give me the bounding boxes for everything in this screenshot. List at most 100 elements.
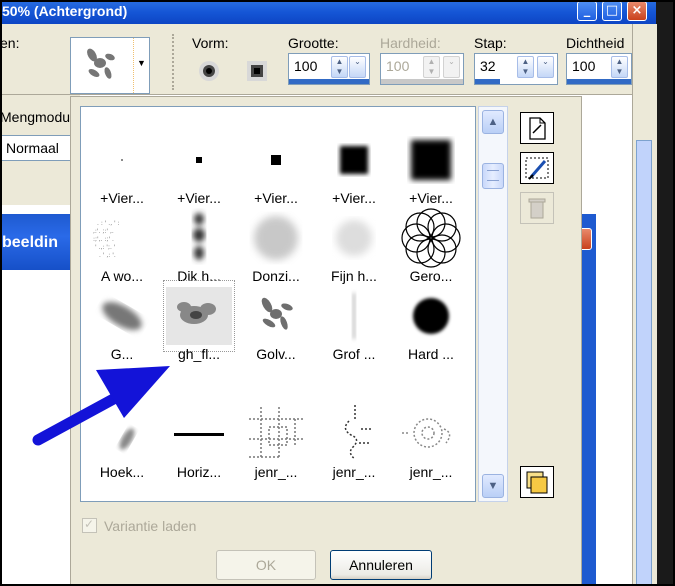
svg-text:. ' ,: '.: . ' ,: '. [99, 252, 116, 259]
brush-item[interactable]: jenr_... [237, 397, 315, 495]
size-stepper[interactable]: 100 ▲ ▼ ⌄ [288, 53, 370, 85]
hardness-spin-icon: ▲ ▼ [423, 56, 440, 78]
angle-icon [119, 428, 135, 450]
thick-blur-icon [193, 213, 205, 260]
maximize-button[interactable]: □ [602, 1, 622, 21]
hard-round-icon [413, 298, 449, 334]
minimize-icon: _ [583, 3, 591, 18]
svg-text::;',. :;' .: :;',. :;' . [93, 236, 114, 243]
brush-name: Hard ... [408, 346, 454, 362]
right-scrollbar[interactable] [636, 140, 652, 586]
grip-icon [487, 170, 499, 181]
brush-item[interactable]: Hard ... [392, 279, 470, 377]
pattern-3-icon [402, 418, 451, 448]
tool-options-bar: en: ▼ Vorm: Grootte: 100 ▲ ▼ ⌄ Hardheid:… [0, 24, 632, 95]
scroll-down-button[interactable]: ▼ [482, 474, 504, 498]
density-label: Dichtheid [566, 35, 625, 51]
svg-text:. : ' ., ' :: . : ' ., ' : [97, 220, 120, 227]
brush-item-selected[interactable]: gh_fl... [160, 279, 238, 377]
hardness-value: 100 [386, 58, 410, 74]
brush-name: Grof ... [332, 346, 376, 362]
brush-name: gh_fl... [177, 346, 221, 362]
scroll-up-button[interactable]: ▲ [482, 110, 504, 134]
preset-dropdown-arrow[interactable]: ▼ [133, 38, 149, 93]
large-soft-square-icon [411, 140, 451, 180]
new-document-icon [529, 117, 546, 140]
hardness-stepper: 100 ▲ ▼ ⌄ [380, 53, 464, 85]
document-title: beeldin [2, 234, 59, 251]
step-slider[interactable] [475, 79, 500, 84]
toolbar-separator [172, 34, 179, 90]
size-slider[interactable] [289, 79, 369, 84]
chevron-down-icon: ▼ [487, 480, 499, 492]
size-value: 100 [294, 58, 318, 74]
brush-item[interactable]: jenr_... [315, 397, 393, 495]
cancel-button[interactable]: Annuleren [330, 550, 432, 580]
brush-library-button[interactable] [520, 466, 554, 498]
density-spin-icon[interactable]: ▲ ▼ [611, 56, 628, 78]
svg-text:,:'. ;:' ,.: ,:'. ;:' ,. [93, 228, 114, 235]
blend-mode-label: Mengmodu [0, 109, 71, 125]
scroll-thumb[interactable] [482, 163, 504, 189]
wave-splash-icon [87, 48, 115, 79]
brush-grid: +Vier... +Vier... +Vier... +Vier... +Vie… [80, 106, 476, 502]
close-button[interactable]: × [627, 1, 647, 21]
blend-mode-select[interactable]: Normaal [0, 135, 78, 161]
pattern-2-icon [344, 405, 371, 460]
delete-brush-button [520, 192, 554, 224]
brush-item[interactable]: jenr_... [392, 397, 470, 495]
minimize-button[interactable]: _ [577, 1, 597, 21]
trash-icon [528, 198, 546, 219]
medium-square-icon [271, 155, 281, 165]
square-shape-icon[interactable] [246, 60, 268, 82]
brush-item[interactable]: G... [83, 279, 161, 377]
step-dropdown-icon[interactable]: ⌄ [537, 56, 554, 78]
smudge-icon [102, 302, 142, 330]
hardness-dropdown-icon: ⌄ [443, 56, 460, 78]
fluffy-icon [254, 216, 298, 260]
density-slider[interactable] [567, 79, 631, 84]
document-canvas[interactable] [0, 270, 80, 586]
density-value: 100 [572, 58, 596, 74]
edit-brush-button[interactable] [520, 152, 554, 184]
brush-item[interactable]: Hoek... [83, 397, 161, 495]
checkmark-icon: ✓ [84, 517, 95, 531]
brush-preview [73, 40, 135, 92]
shape-label: Vorm: [192, 35, 229, 51]
size-dropdown-icon[interactable]: ⌄ [349, 56, 366, 78]
brush-grid-scrollbar[interactable]: ▲ ▼ [478, 106, 508, 502]
flower-icon [163, 280, 235, 352]
hardness-label: Hardheid: [380, 35, 441, 51]
ok-button[interactable]: OK [216, 550, 316, 580]
brush-item[interactable]: Horiz... [160, 397, 238, 495]
spirograph-icon [401, 208, 461, 268]
svg-text:' .,: ';. ': ' .,: ';. ' [95, 244, 116, 251]
preset-label: en: [0, 35, 20, 51]
brush-item[interactable]: Golv... [237, 279, 315, 377]
round-shape-icon[interactable] [198, 60, 220, 82]
pattern-1-icon [249, 407, 303, 459]
hardness-slider [381, 79, 463, 84]
folder-stack-icon [526, 471, 548, 494]
brush-preset-dropdown[interactable]: ▼ [70, 37, 150, 94]
step-stepper[interactable]: 32 ▲ ▼ ⌄ [474, 53, 558, 85]
small-square-icon [196, 157, 202, 163]
size-spin-icon[interactable]: ▲ ▼ [331, 56, 348, 78]
step-value: 32 [480, 58, 496, 74]
brush-edit-icon [525, 157, 549, 180]
chevron-up-icon: ▲ [487, 116, 499, 128]
brush-name: jenr_... [409, 464, 453, 480]
window-title: 50% (Achtergrond) [2, 3, 128, 19]
blend-mode-value: Normaal [6, 140, 59, 156]
soft-square-icon [340, 146, 368, 174]
step-spin-icon[interactable]: ▲ ▼ [517, 56, 534, 78]
new-brush-button[interactable] [520, 112, 554, 144]
density-stepper[interactable]: 100 ▲ ▼ [566, 53, 632, 85]
coarse-icon [352, 293, 356, 339]
brush-name: Horiz... [176, 464, 222, 480]
load-variance-checkbox[interactable]: ✓ [82, 517, 97, 533]
window-titlebar: 50% (Achtergrond) _ □ × [0, 0, 656, 24]
brush-name: jenr_... [332, 464, 376, 480]
brush-item[interactable]: Grof ... [315, 279, 393, 377]
wave-splash-icon [261, 297, 293, 330]
